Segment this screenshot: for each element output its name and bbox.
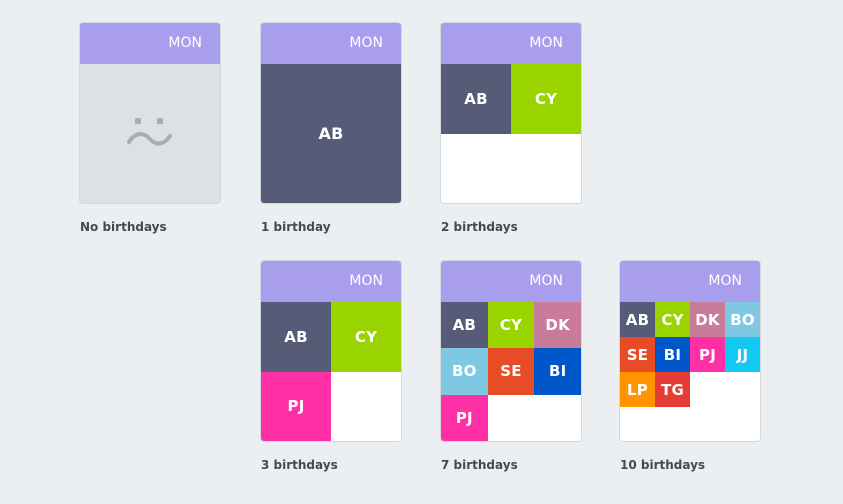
birthday-avatar[interactable]: DK [534,302,581,349]
birthday-avatar[interactable]: PJ [441,394,488,441]
birthday-avatar[interactable]: BO [725,302,760,337]
birthday-avatar[interactable]: CY [487,302,535,349]
calendar-card-3-birthdays: MON AB CY PJ [261,261,401,441]
card-caption: 2 birthdays [441,220,518,234]
birthday-grid: AB CY DK BO SE BI PJ [441,302,581,441]
birthday-avatar[interactable]: AB [261,302,331,372]
day-header: MON [441,261,581,302]
sad-face-icon [80,64,220,203]
day-header: MON [620,261,760,302]
birthday-avatar[interactable]: BI [655,337,690,372]
birthday-grid: AB CY DK BO SE BI PJ JJ LP TG [620,302,760,441]
birthday-avatar[interactable]: AB [620,302,655,337]
birthday-avatar[interactable]: PJ [261,371,331,441]
birthday-avatar[interactable]: SE [620,337,655,372]
card-body [80,64,220,203]
card-caption: No birthdays [80,220,167,234]
birthday-avatar[interactable]: AB [441,64,511,134]
birthday-grid: AB [261,64,401,203]
birthday-avatar[interactable]: LP [620,372,655,407]
birthday-avatar[interactable]: JJ [725,337,760,372]
birthday-avatar[interactable]: TG [655,372,690,407]
day-header: MON [261,23,401,64]
birthday-grid: AB CY [441,64,581,203]
card-caption: 7 birthdays [441,458,518,472]
calendar-card-no-birthdays: MON [80,23,220,203]
birthday-avatar[interactable]: BO [441,348,488,395]
calendar-card-7-birthdays: MON AB CY DK BO SE BI PJ [441,261,581,441]
card-caption: 3 birthdays [261,458,338,472]
day-header: MON [441,23,581,64]
day-header: MON [80,23,220,64]
birthday-avatar[interactable]: CY [331,302,401,372]
calendar-card-10-birthdays: MON AB CY DK BO SE BI PJ JJ LP TG [620,261,760,441]
card-caption: 1 birthday [261,220,331,234]
birthday-avatar[interactable]: DK [690,302,725,337]
birthday-avatar[interactable]: PJ [690,337,725,372]
calendar-card-1-birthday: MON AB [261,23,401,203]
card-caption: 10 birthdays [620,458,706,472]
birthday-avatar[interactable]: AB [261,64,401,203]
birthday-avatar[interactable]: CY [511,64,581,134]
day-header: MON [261,261,401,302]
calendar-card-2-birthdays: MON AB CY [441,23,581,203]
birthday-avatar[interactable]: SE [487,348,535,395]
birthday-avatar[interactable]: BI [534,348,581,395]
birthday-grid: AB CY PJ [261,302,401,441]
birthday-avatar[interactable]: CY [655,302,690,337]
birthday-avatar[interactable]: AB [441,302,488,349]
